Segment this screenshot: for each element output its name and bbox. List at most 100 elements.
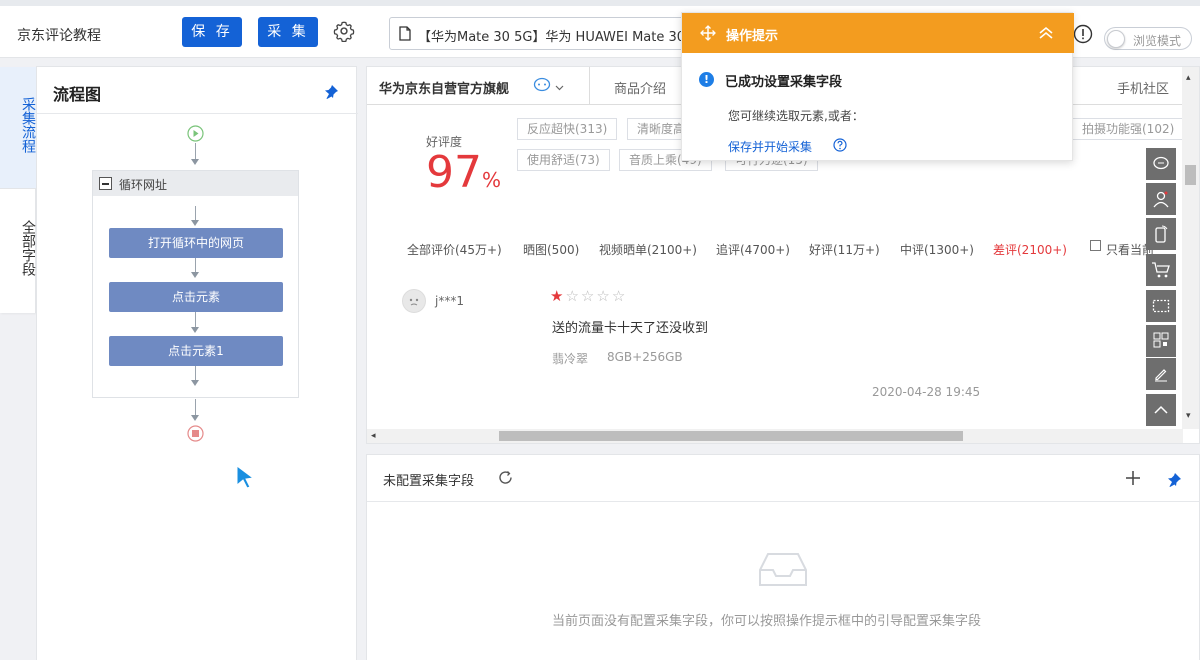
scroll-down-icon[interactable]: ▾ xyxy=(1186,411,1191,421)
help-icon[interactable] xyxy=(833,138,847,156)
star-empty-icon: ☆ xyxy=(596,287,610,305)
avatar xyxy=(402,289,426,313)
url-text: 【华为Mate 30 5G】华为 HUAWEI Mate 30 xyxy=(418,30,686,45)
tab-product-intro[interactable]: 商品介绍 xyxy=(589,67,695,105)
chevron-up-icon[interactable] xyxy=(1038,26,1054,44)
browse-mode-toggle[interactable]: 浏览模式 xyxy=(1104,27,1192,50)
filter-all[interactable]: 全部评价(45万+) xyxy=(407,241,502,258)
loop-header: 循环网址 xyxy=(93,171,298,196)
tab-product-intro-label: 商品介绍 xyxy=(614,82,667,97)
flow-connector xyxy=(195,399,196,415)
filter-neutral[interactable]: 中评(1300+) xyxy=(900,241,974,258)
app-window: 京东评论教程 保 存 采 集 【华为Mate 30 5G】华为 HUAWEI M… xyxy=(0,0,1200,660)
tab-phone-community[interactable]: 手机社区 xyxy=(1073,67,1179,105)
comment-tag[interactable]: 使用舒适(73) xyxy=(517,149,610,171)
review-text: 送的流量卡十天了还没收到 xyxy=(552,321,709,336)
loop-label: 循环网址 xyxy=(119,178,168,192)
url-input[interactable]: 【华为Mate 30 5G】华为 HUAWEI Mate 30 xyxy=(389,17,689,50)
rating-score: 97% xyxy=(426,149,501,197)
flowchart-title: 流程图 xyxy=(53,85,102,104)
user-icon[interactable] xyxy=(1146,183,1176,215)
filter-videos[interactable]: 视频晒单(2100+) xyxy=(599,241,697,258)
tab-phone-community-label: 手机社区 xyxy=(1117,82,1170,97)
qrcode-icon[interactable] xyxy=(1146,325,1176,357)
star-filled-icon: ★ xyxy=(550,287,564,305)
review-user: j***1 xyxy=(435,294,464,308)
pin-icon[interactable] xyxy=(323,84,339,104)
info-icon[interactable] xyxy=(1073,24,1093,48)
flow-arrow xyxy=(191,159,199,165)
flow-arrow xyxy=(191,327,199,333)
flow-connector xyxy=(195,366,196,380)
review-spec: 8GB+256GB xyxy=(607,350,683,364)
scrollbar-thumb[interactable] xyxy=(499,431,963,441)
flow-node-click-element[interactable]: 点击元素 xyxy=(109,282,283,312)
star-empty-icon: ☆ xyxy=(565,287,579,305)
save-and-collect-link[interactable]: 保存并开始采集 xyxy=(728,138,812,155)
flow-connector xyxy=(195,312,196,327)
collapse-icon[interactable] xyxy=(99,177,112,190)
flow-node-click-element-1[interactable]: 点击元素1 xyxy=(109,336,283,366)
review-date: 2020-04-28 19:45 xyxy=(872,385,981,399)
only-current-checkbox[interactable] xyxy=(1090,240,1101,251)
flow-arrow xyxy=(191,415,199,421)
cart-icon[interactable] xyxy=(1146,254,1176,286)
filter-positive[interactable]: 好评(11万+) xyxy=(809,241,880,258)
filter-photos[interactable]: 晒图(500) xyxy=(523,241,579,258)
empty-message: 当前页面没有配置采集字段，你可以按照操作提示框中的引导配置采集字段 xyxy=(552,614,982,629)
collect-button[interactable]: 采 集 xyxy=(258,17,318,47)
flow-arrow xyxy=(191,220,199,226)
rating-unit: % xyxy=(482,168,502,192)
vertical-tabs: 采集流程 全部字段 xyxy=(0,67,36,313)
tip-next: 您可继续选取元素,或者： xyxy=(728,109,864,123)
tip-success: 已成功设置采集字段 xyxy=(725,75,843,90)
refresh-icon[interactable] xyxy=(497,469,514,490)
flow-connector xyxy=(195,143,196,159)
flow-connector xyxy=(195,258,196,272)
chevron-down-icon[interactable] xyxy=(555,80,564,95)
fields-panel-title: 未配置采集字段 xyxy=(383,474,475,489)
tab-collect-flow-label: 采集流程 xyxy=(20,97,36,153)
edit-icon[interactable] xyxy=(1146,358,1176,390)
filter-followup[interactable]: 追评(4700+) xyxy=(716,241,790,258)
chat-icon[interactable] xyxy=(533,77,551,97)
chat-bubble-icon[interactable] xyxy=(1146,148,1176,180)
document-icon xyxy=(399,26,411,45)
tip-title: 操作提示 xyxy=(726,29,779,44)
tip-header[interactable]: 操作提示 xyxy=(682,13,1074,53)
flow-node-open-page[interactable]: 打开循环中的网页 xyxy=(109,228,283,258)
add-icon[interactable] xyxy=(1125,470,1141,490)
scroll-up-icon[interactable]: ▴ xyxy=(1186,73,1191,83)
fields-panel: 未配置采集字段 当前页面没有配置采集字段，你可以按照操作提示框中的引导配置采集字… xyxy=(366,454,1200,660)
compare-icon[interactable] xyxy=(1146,290,1176,322)
comment-tag[interactable]: 反应超快(313) xyxy=(517,118,618,140)
toggle-knob xyxy=(1107,30,1125,48)
star-empty-icon: ☆ xyxy=(580,287,595,305)
vscroll-thumb[interactable] xyxy=(1185,165,1196,185)
save-button[interactable]: 保 存 xyxy=(182,17,242,47)
tab-all-fields-label: 全部字段 xyxy=(20,220,36,276)
mouse-cursor-icon xyxy=(236,465,256,493)
end-icon[interactable] xyxy=(187,425,204,446)
divider xyxy=(367,501,1199,502)
gear-icon[interactable] xyxy=(333,20,355,46)
comment-tag[interactable]: 拍摄功能强(102) xyxy=(1072,118,1185,140)
task-title: 京东评论教程 xyxy=(17,28,101,44)
flow-arrow xyxy=(191,380,199,386)
tab-collect-flow[interactable]: 采集流程 xyxy=(0,67,36,189)
flow-arrow xyxy=(191,272,199,278)
shop-name[interactable]: 华为京东自营官方旗舰 xyxy=(379,78,509,97)
move-icon[interactable] xyxy=(700,25,716,45)
scroll-left-icon[interactable]: ◂ xyxy=(371,431,376,441)
vertical-scrollbar[interactable]: ▴ ▾ xyxy=(1182,67,1199,429)
flow-connector xyxy=(195,206,196,220)
filter-negative[interactable]: 差评(2100+) xyxy=(993,241,1067,258)
phone-icon[interactable] xyxy=(1146,218,1176,250)
tab-all-fields[interactable]: 全部字段 xyxy=(0,190,36,312)
star-empty-icon: ☆ xyxy=(611,287,626,305)
back-to-top-icon[interactable] xyxy=(1146,394,1176,426)
operation-tip-popup: 操作提示 ! 已成功设置采集字段 您可继续选取元素,或者： 保存并开始采集 xyxy=(681,12,1074,161)
pin-icon[interactable] xyxy=(1166,472,1182,492)
horizontal-scrollbar[interactable]: ◂ xyxy=(367,429,1183,443)
empty-inbox-icon xyxy=(758,551,808,593)
